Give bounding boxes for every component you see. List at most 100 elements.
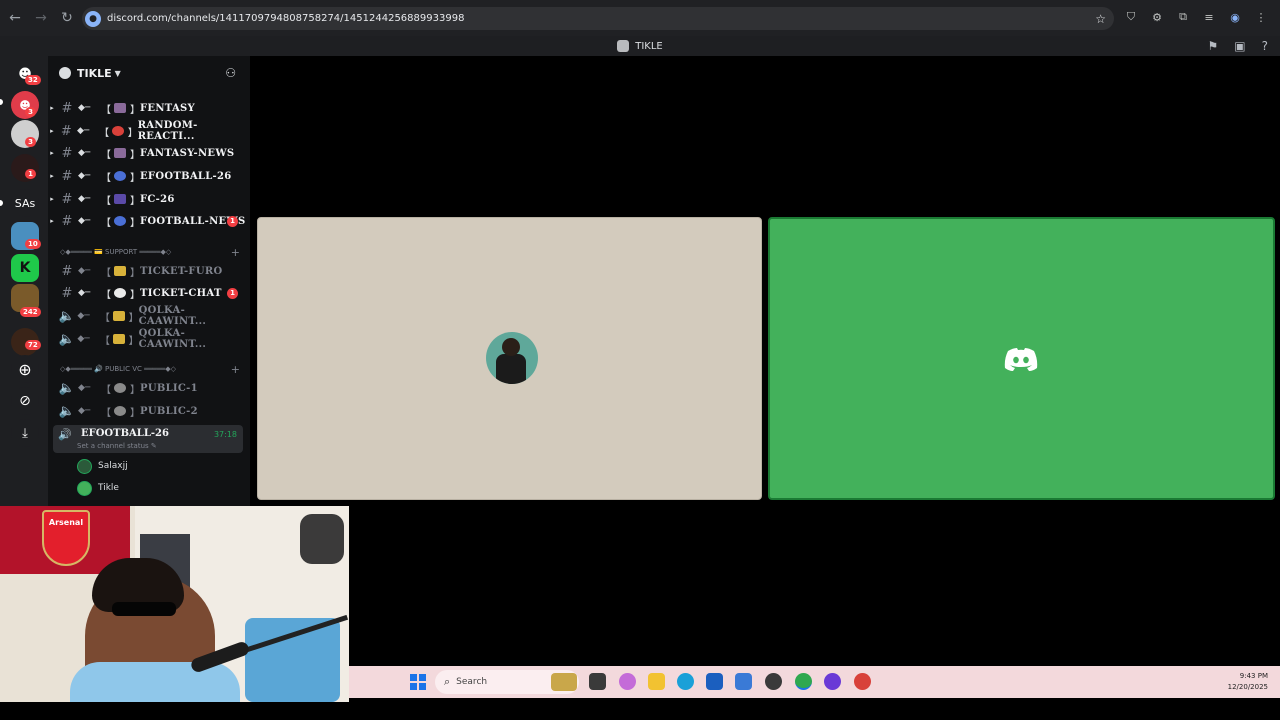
windows-start-icon[interactable] xyxy=(410,674,426,690)
category-label: ◇◆═════ 💳 SUPPORT ═════◆◇ xyxy=(60,248,172,256)
channel-fc-26[interactable]: ▸ # ◆─ 【 】 FC-26 xyxy=(48,188,250,210)
channel-sidebar: TIKLE ▼ ⚇ ▸ # ◆─ 【 】 FENTASY ▸ # ◆─ 【 】 … xyxy=(48,56,250,506)
forward-button[interactable]: → xyxy=(30,7,52,29)
channel-decoration: ◆─ xyxy=(78,288,91,298)
discover-compass-icon[interactable]: ⊘ xyxy=(11,387,39,415)
help-icon[interactable]: ? xyxy=(1262,39,1268,53)
speaker-active-icon: 🔊 xyxy=(58,428,72,441)
channel-fentasy[interactable]: ▸ # ◆─ 【 】 FENTASY xyxy=(48,97,250,119)
channel-name: PUBLIC-1 xyxy=(140,382,198,394)
category-support[interactable]: ◇◆═════ 💳 SUPPORT ═════◆◇ + xyxy=(60,245,240,259)
channel-football-news[interactable]: ▸ # ◆─ 【 】 FOOTBALL-NEWS 1 xyxy=(48,210,250,232)
server-badge: 242 xyxy=(20,307,41,317)
obs-icon[interactable] xyxy=(824,673,841,690)
gamepad-emoji-icon xyxy=(114,194,126,204)
bracket-open: 【 xyxy=(101,407,111,419)
voice-channel-qolka-1[interactable]: 🔈 ◆─ 【 】 QOLKA-CAAWINT... xyxy=(48,305,250,327)
speaker-icon: 🔈 xyxy=(58,380,76,396)
channel-decoration: ◆─ xyxy=(78,171,91,181)
file-explorer-icon[interactable] xyxy=(648,673,665,690)
server-badge: 72 xyxy=(25,340,41,350)
menu-kebab-icon[interactable]: ⋮ xyxy=(1254,10,1268,24)
inbox-flag-icon[interactable]: ⚑ xyxy=(1208,39,1219,53)
media-control-icon[interactable]: ≡ xyxy=(1202,10,1216,24)
bookmark-star-icon[interactable]: ☆ xyxy=(1095,12,1106,26)
channel-random-reactions[interactable]: ▸ # ◆─ 【 】 RANDOM-REACTI... xyxy=(48,120,250,142)
start-tile xyxy=(419,683,426,690)
screen-icon[interactable]: ▣ xyxy=(1234,39,1245,53)
channel-fantasy-news[interactable]: ▸ # ◆─ 【 】 FANTASY-NEWS xyxy=(48,142,250,164)
voice-user-salaxjj[interactable]: Salaxjj xyxy=(77,457,128,475)
channel-name: QOLKA-CAAWINT... xyxy=(138,305,207,327)
server-badge: 1 xyxy=(25,169,36,179)
taskbar-search[interactable]: ⌕ Search xyxy=(435,670,579,694)
task-view-icon[interactable] xyxy=(589,673,606,690)
bracket-open: 【 xyxy=(101,195,111,207)
avatar xyxy=(77,458,92,474)
channel-ticket-chat[interactable]: # ◆─ 【 】 TICKET-CHAT 1 xyxy=(48,282,250,304)
add-server-icon[interactable]: ⊕ xyxy=(11,355,39,383)
participant-tile-tikle[interactable] xyxy=(768,217,1275,500)
create-channel-icon[interactable]: + xyxy=(231,363,240,376)
chevron-right-icon: ▸ xyxy=(50,195,54,203)
voice-channel-public-1[interactable]: 🔈 ◆─ 【 】 PUBLIC-1 xyxy=(48,377,250,399)
bracket-close: 】 xyxy=(130,149,140,161)
back-button[interactable]: ← xyxy=(4,7,26,29)
shield-extension-icon[interactable]: ⛉ xyxy=(1124,10,1138,24)
bracket-close: 】 xyxy=(130,217,140,229)
reload-button[interactable]: ↻ xyxy=(56,7,78,29)
channel-decoration: ◆─ xyxy=(78,406,91,416)
category-public-vc[interactable]: ◇◆═════ 🔊 PUBLIC VC ═════◆◇ + xyxy=(60,362,240,376)
chrome-icon[interactable] xyxy=(795,673,812,690)
channel-name: FANTASY-NEWS xyxy=(140,147,235,159)
download-icon[interactable]: ⤓ xyxy=(11,419,39,447)
bracket-open: 【 xyxy=(101,172,111,184)
webcam-overlay: Arsenal xyxy=(0,506,349,702)
speaker-icon: 🔈 xyxy=(58,403,76,419)
server-header[interactable]: TIKLE ▼ ⚇ xyxy=(48,62,250,84)
voice-channel-name: EFOOTBALL-26 xyxy=(81,428,169,439)
chevron-down-icon: ▼ xyxy=(114,68,121,78)
chrome-profile-icon[interactable] xyxy=(854,673,871,690)
channel-name: TICKET-CHAT xyxy=(140,287,222,299)
bracket-open: 【 xyxy=(101,384,111,396)
channel-name: FENTASY xyxy=(140,102,195,114)
system-clock[interactable]: 9:43 PM 12/20/2025 xyxy=(1228,671,1268,693)
chevron-right-icon: ▸ xyxy=(50,172,54,180)
active-voice-channel[interactable]: 🔊 EFOOTBALL-26 37:18 Set a channel statu… xyxy=(53,425,243,453)
edge-icon[interactable] xyxy=(677,673,694,690)
channel-decoration: ◆─ xyxy=(78,103,91,113)
outlook-icon[interactable] xyxy=(735,673,752,690)
chevron-right-icon: ▸ xyxy=(50,104,54,112)
discord-logo-icon xyxy=(1004,348,1038,371)
bracket-close: 】 xyxy=(130,172,140,184)
extension-icon[interactable]: ⚙ xyxy=(1150,10,1164,24)
voice-user-tikle[interactable]: Tikle xyxy=(77,479,119,497)
profile-icon[interactable]: ◉ xyxy=(1228,10,1242,24)
site-info-icon[interactable]: ● xyxy=(85,10,101,27)
set-channel-status[interactable]: Set a channel status ✎ xyxy=(77,442,157,450)
server-icon-kick[interactable]: K xyxy=(11,254,39,282)
channel-decoration: ◆─ xyxy=(77,126,90,136)
server-icon-sas[interactable]: SAs xyxy=(11,189,39,217)
address-bar[interactable]: ● discord.com/channels/14117097948087582… xyxy=(82,7,1114,30)
participant-avatar xyxy=(486,332,538,384)
channel-name: QOLKA-CAAWINT... xyxy=(138,328,207,350)
puzzle-extensions-icon[interactable]: ⧉ xyxy=(1176,10,1190,24)
channel-efootball-26[interactable]: ▸ # ◆─ 【 】 EFOOTBALL-26 xyxy=(48,165,250,187)
invite-people-icon[interactable]: ⚇ xyxy=(225,66,236,80)
store-icon[interactable] xyxy=(706,673,723,690)
voice-channel-qolka-2[interactable]: 🔈 ◆─ 【 】 QOLKA-CAAWINT... xyxy=(48,328,250,350)
username: Salaxjj xyxy=(98,461,128,471)
copilot-icon[interactable] xyxy=(619,673,636,690)
streamer-shirt xyxy=(70,662,240,702)
bracket-open: 【 xyxy=(101,104,111,116)
create-channel-icon[interactable]: + xyxy=(231,246,240,259)
channel-ticket-furo[interactable]: # ◆─ 【 】 TICKET-FURO xyxy=(48,260,250,282)
ticket-emoji-icon xyxy=(112,334,125,344)
server-icon-dark[interactable] xyxy=(11,154,39,182)
voice-channel-public-2[interactable]: 🔈 ◆─ 【 】 PUBLIC-2 xyxy=(48,400,250,422)
app-icon-dark[interactable] xyxy=(765,673,782,690)
server-badge: 3 xyxy=(25,137,36,147)
participant-tile-salaxjj[interactable] xyxy=(257,217,762,500)
